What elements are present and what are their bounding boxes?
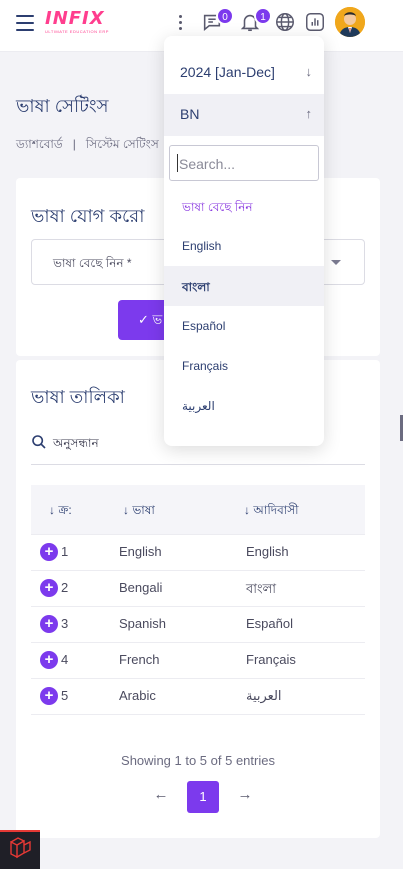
cell-language: French xyxy=(119,652,160,667)
table-row: + 3 Spanish Español xyxy=(31,607,365,643)
cell-sl: 2 xyxy=(61,580,69,595)
language-option-spanish[interactable]: Español xyxy=(164,306,324,346)
cell-sl: 4 xyxy=(61,652,69,667)
laravel-debugbar-icon[interactable] xyxy=(0,830,40,869)
expand-row-icon[interactable]: + xyxy=(40,687,58,705)
search-icon xyxy=(32,435,46,449)
cell-sl: 1 xyxy=(61,544,69,559)
dropdown-search-field[interactable] xyxy=(169,145,319,181)
language-code-label: BN xyxy=(180,106,200,122)
previous-page-icon[interactable]: ← xyxy=(151,785,171,805)
notifications-badge: 1 xyxy=(254,7,272,25)
cell-language: Bengali xyxy=(119,580,163,595)
expand-row-icon[interactable]: + xyxy=(40,651,58,669)
dropdown-search-input[interactable] xyxy=(179,154,315,174)
chevron-down-icon xyxy=(331,260,341,265)
table-row: + 5 Arabic العربية xyxy=(31,679,365,715)
header-settings-dropdown: 2024 [Jan-Dec] ↓ BN ↑ ভাষা বেছে নিন Engl… xyxy=(164,36,324,446)
language-code-selector[interactable]: BN ↑ xyxy=(164,94,324,136)
language-option-placeholder[interactable]: ভাষা বেছে নিন xyxy=(164,186,324,226)
column-header-sl[interactable]: ↓ ক্র: xyxy=(49,502,72,522)
column-header-language[interactable]: ↓ ভাষা xyxy=(123,502,155,522)
table-header: ↓ ক্র: ↓ ভাষা ↓ আদিবাসী xyxy=(31,485,365,535)
cell-native: বাংলা xyxy=(246,581,277,596)
user-avatar-icon xyxy=(335,7,365,37)
text-cursor xyxy=(177,154,178,172)
language-option-english[interactable]: English xyxy=(164,226,324,266)
reports-button[interactable] xyxy=(304,11,328,35)
table-row: + 4 French Français xyxy=(31,643,365,679)
page-button-current[interactable]: 1 xyxy=(187,781,219,813)
breadcrumb-separator: | xyxy=(72,137,76,151)
breadcrumb-system-settings[interactable]: সিস্টেম সেটিংস xyxy=(86,137,159,151)
notifications-button[interactable]: 1 xyxy=(239,7,272,35)
breadcrumb: ড্যাশবোর্ড | সিস্টেম সেটিংস xyxy=(16,136,159,156)
cell-language: Spanish xyxy=(119,616,166,631)
logo-text: INFIX xyxy=(45,8,105,29)
cell-sl: 5 xyxy=(61,688,69,703)
column-header-native[interactable]: ↓ আদিবাসী xyxy=(244,502,299,522)
messages-button[interactable]: 0 xyxy=(201,7,234,35)
language-switcher-button[interactable] xyxy=(274,11,298,35)
arrow-up-icon: ↑ xyxy=(305,106,313,121)
arrow-down-icon: ↓ xyxy=(305,64,313,79)
sort-arrow-icon: ↓ xyxy=(244,503,250,517)
search-placeholder: অনুসন্ধান xyxy=(53,436,99,450)
cell-language: English xyxy=(119,544,162,559)
messages-badge: 0 xyxy=(216,7,234,25)
pagination-info: Showing 1 to 5 of 5 entries xyxy=(121,753,275,768)
laravel-logo-icon xyxy=(10,837,31,859)
cell-language: Arabic xyxy=(119,688,156,703)
cell-native: Français xyxy=(246,652,296,667)
cell-native: English xyxy=(246,544,289,559)
add-language-title: ভাষা যোগ করো xyxy=(31,206,145,226)
cell-native: العربية xyxy=(246,688,282,703)
sort-arrow-icon: ↓ xyxy=(49,503,55,517)
academic-year-label: 2024 [Jan-Dec] xyxy=(180,64,275,80)
expand-row-icon[interactable]: + xyxy=(40,579,58,597)
academic-year-selector[interactable]: 2024 [Jan-Dec] ↓ xyxy=(164,52,324,92)
table-row: + 1 English English xyxy=(31,535,365,571)
chart-icon xyxy=(306,13,324,31)
expand-row-icon[interactable]: + xyxy=(40,615,58,633)
sort-arrow-icon: ↓ xyxy=(123,503,129,517)
globe-icon xyxy=(276,13,294,31)
user-avatar[interactable] xyxy=(335,7,365,37)
next-page-icon[interactable]: → xyxy=(235,785,255,805)
hamburger-menu-icon[interactable] xyxy=(16,15,34,31)
cell-native: Español xyxy=(246,616,293,631)
table-row: + 2 Bengali বাংলা xyxy=(31,571,365,607)
breadcrumb-dashboard[interactable]: ড্যাশবোর্ড xyxy=(16,137,63,151)
cell-sl: 3 xyxy=(61,616,69,631)
expand-row-icon[interactable]: + xyxy=(40,543,58,561)
language-list-title: ভাষা তালিকা xyxy=(31,387,125,407)
language-option-arabic[interactable]: العربية xyxy=(164,386,324,426)
page-title: ভাষা সেটিংস xyxy=(16,96,109,116)
language-option-french[interactable]: Français xyxy=(164,346,324,386)
more-options-icon[interactable] xyxy=(177,15,183,33)
language-option-bangla[interactable]: বাংলা xyxy=(164,266,324,306)
logo-tagline: ULTIMATE EDUCATION ERP xyxy=(45,29,109,34)
brand-logo[interactable]: INFIX ULTIMATE EDUCATION ERP xyxy=(45,8,109,36)
language-select-placeholder: ভাষা বেছে নিন * xyxy=(53,256,132,270)
